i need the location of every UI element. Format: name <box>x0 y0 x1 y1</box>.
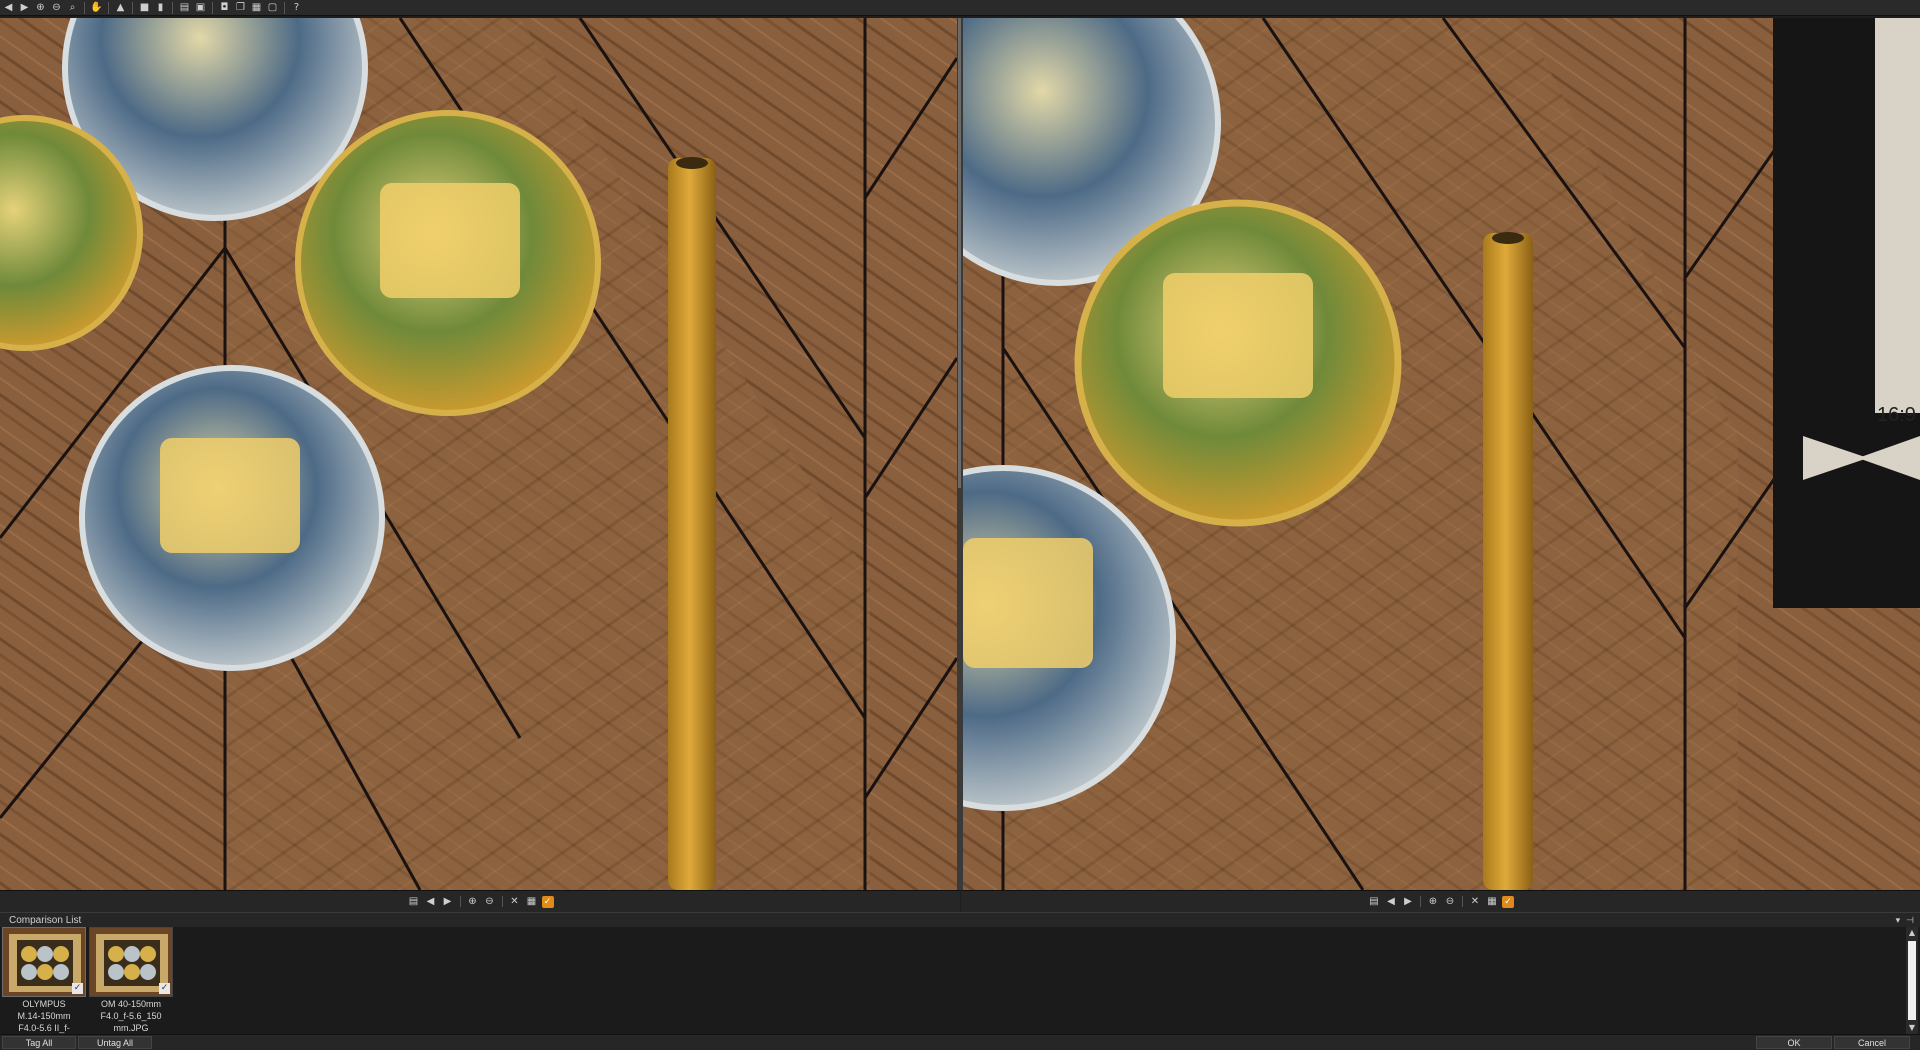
separator <box>1462 896 1463 907</box>
toolbar-separator <box>212 1 213 14</box>
separator <box>501 896 503 907</box>
previous-icon[interactable]: ◀ <box>1384 895 1398 909</box>
ok-button[interactable]: OK <box>1756 1036 1832 1049</box>
comparison-list-title: Comparison List <box>9 914 82 926</box>
untag-all-button[interactable]: Untag All <box>78 1036 152 1049</box>
zoom-out-icon[interactable]: ⊖ <box>50 1 63 14</box>
cancel-button[interactable]: Cancel <box>1834 1036 1910 1049</box>
compare-icon[interactable]: ▣ <box>194 1 207 14</box>
save-icon[interactable]: ▤ <box>1367 895 1381 909</box>
zoom-in-icon[interactable]: ⊕ <box>34 1 47 14</box>
main-toolbar: ◀ ▶ ⊕ ⊖ ⌕ ✋ ▲ ■ ▮ ▤ ▣ ◘ ❐ ▦ ▢? <box>0 0 1920 16</box>
left-image <box>0 18 957 890</box>
copy-icon[interactable]: ❐ <box>234 1 247 14</box>
help-icon[interactable]: ? <box>290 1 303 14</box>
tag-checkbox[interactable]: ✓ <box>1502 895 1514 908</box>
window-icon[interactable]: ▢ <box>266 1 279 14</box>
image-pane-right[interactable]: 16:9 <box>963 18 1920 890</box>
tagged-check-icon[interactable]: ✓ <box>72 983 83 994</box>
scroll-up-icon[interactable]: ▲ <box>1906 927 1918 939</box>
right-image <box>963 18 1920 890</box>
remove-icon[interactable]: ✕ <box>1468 895 1482 909</box>
comparison-item[interactable]: ✓ OLYMPUS M.14-150mm F4.0-5.6 II_f-5.6_1… <box>2 927 86 1034</box>
thumbnail-image[interactable]: ✓ <box>2 927 86 997</box>
next-icon[interactable]: ▶ <box>1401 895 1415 909</box>
toolbar-separator <box>172 1 173 14</box>
thumbnail-caption: OM 40-150mm F4.0_f-5.6_150 mm.JPG <box>100 999 162 1033</box>
remove-icon[interactable]: ✕ <box>508 895 522 909</box>
grid-icon[interactable]: ▦ <box>525 895 539 909</box>
comparison-list-scrollbar[interactable]: ▲ ▼ <box>1906 927 1918 1034</box>
next-icon[interactable]: ▶ <box>441 895 455 909</box>
grid-icon[interactable]: ▦ <box>1485 895 1499 909</box>
stack-icon[interactable]: ▦ <box>250 1 263 14</box>
separator <box>459 896 461 907</box>
save-icon[interactable]: ▤ <box>407 895 421 909</box>
zoom-out-icon[interactable]: ⊖ <box>1443 895 1457 909</box>
toolbar-separator <box>84 1 85 14</box>
warning-icon[interactable]: ▲ <box>114 1 127 14</box>
divider-grip[interactable] <box>958 18 961 488</box>
separator <box>1420 896 1421 907</box>
comparison-item[interactable]: ✓ OM 40-150mm F4.0_f-5.6_150 mm.JPG <box>89 927 173 1034</box>
right-overlay-label: 16:9 <box>1877 404 1916 426</box>
image-pane-left[interactable] <box>0 18 957 890</box>
toolbar-separator <box>284 1 285 14</box>
thumbnail-image[interactable]: ✓ <box>89 927 173 997</box>
thumbnail-caption: OLYMPUS M.14-150mm F4.0-5.6 II_f-5.6_150 <box>17 999 71 1033</box>
scroll-thumb[interactable] <box>1908 941 1916 1020</box>
back-icon[interactable]: ◀ <box>2 1 15 14</box>
tag-all-button[interactable]: Tag All <box>2 1036 76 1049</box>
zoom-in-icon[interactable]: ⊕ <box>1426 895 1440 909</box>
zoom-in-icon[interactable]: ⊕ <box>466 895 480 909</box>
tag-checkbox[interactable]: ✓ <box>541 895 554 908</box>
hand-tool-icon[interactable]: ✋ <box>90 1 103 14</box>
layout-icon[interactable]: ▤ <box>178 1 191 14</box>
toolbar-separator <box>108 1 109 14</box>
previous-icon[interactable]: ◀ <box>424 895 438 909</box>
left-pane-toolbar: ▤ ◀ ▶ ⊕ ⊖ ✕ ▦ ✓ <box>0 890 960 912</box>
pin-icon[interactable]: ⊣ <box>1906 915 1914 926</box>
histogram-icon[interactable]: ▮ <box>154 1 167 14</box>
forward-icon[interactable]: ▶ <box>18 1 31 14</box>
scroll-down-icon[interactable]: ▼ <box>1906 1022 1918 1034</box>
toolbar-separator <box>132 1 133 14</box>
single-view-icon[interactable]: ■ <box>138 1 151 14</box>
dropdown-icon[interactable]: ▾ <box>1896 915 1901 926</box>
zoom-out-icon[interactable]: ⊖ <box>483 895 497 909</box>
zoom-menu-icon[interactable]: ⌕ <box>66 1 79 14</box>
bottom-bar: Tag All Untag All OK Cancel <box>0 1034 1920 1050</box>
tagged-check-icon[interactable]: ✓ <box>159 983 170 994</box>
right-pane-toolbar: ▤ ◀ ▶ ⊕ ⊖ ✕ ▦ ✓ <box>961 890 1920 912</box>
camera-icon[interactable]: ◘ <box>218 1 231 14</box>
comparison-list-header: Comparison List ▾ ⊣ <box>0 912 1920 927</box>
comparison-list: ✓ OLYMPUS M.14-150mm F4.0-5.6 II_f-5.6_1… <box>0 927 1920 1034</box>
